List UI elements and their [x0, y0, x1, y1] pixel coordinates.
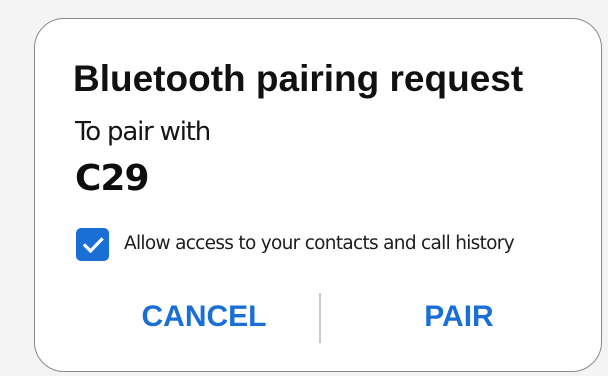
cancel-button[interactable]: CANCEL [95, 289, 313, 345]
device-name: C29 [75, 158, 150, 199]
bluetooth-pairing-dialog: Bluetooth pairing request To pair with C… [34, 18, 602, 372]
allow-access-label: Allow access to your contacts and call h… [124, 233, 515, 254]
pair-button[interactable]: PAIR [365, 289, 553, 345]
dialog-title: Bluetooth pairing request [73, 58, 524, 99]
pair-with-text: To pair with [75, 117, 211, 147]
check-icon [82, 236, 104, 253]
button-divider [319, 293, 321, 343]
allow-access-checkbox[interactable] [76, 228, 109, 261]
screen: Bluetooth pairing request To pair with C… [0, 0, 608, 376]
